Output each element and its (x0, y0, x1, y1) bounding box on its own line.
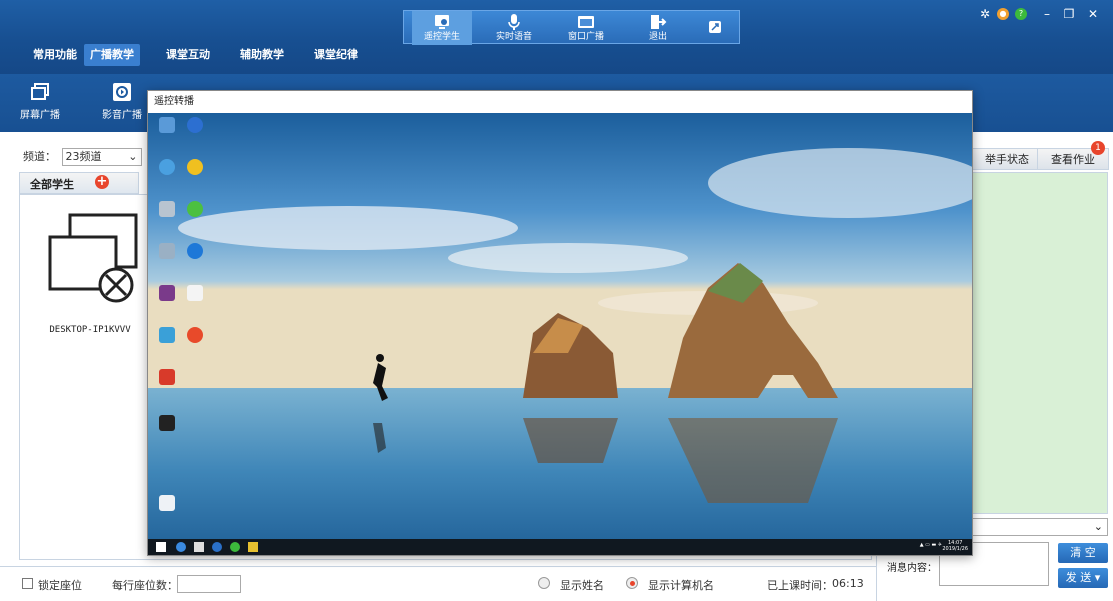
remote-desktop-view[interactable]: ▲ ▭ ▬ ✈ 14:07 2019/1/26 (148, 113, 972, 555)
desktop-icon-network[interactable] (156, 159, 178, 189)
desktop-icon-app[interactable] (156, 369, 178, 399)
menu-tab-broadcast[interactable]: 广播教学 (84, 44, 140, 66)
taskbar-clock[interactable]: 14:07 2019/1/26 (942, 540, 968, 552)
class-time-value: 06:13 (832, 577, 864, 590)
clear-button[interactable]: 清 空 (1058, 543, 1108, 563)
channel-label: 频道： (23, 150, 56, 163)
ie-icon[interactable] (212, 542, 222, 552)
live-voice-button[interactable]: 实时语音 (484, 11, 544, 45)
window-broadcast-button[interactable]: 窗口广播 (556, 11, 616, 45)
desktop-icon-qq[interactable] (184, 159, 206, 189)
channel-value: 23频道 (65, 150, 102, 163)
window-broadcast-label: 窗口广播 (567, 32, 604, 42)
screen-broadcast-label: 屏幕广播 (20, 110, 60, 121)
message-label: 消息内容： (887, 563, 937, 574)
menu-tab-assist[interactable]: 辅助教学 (234, 44, 290, 66)
desktop-icon-classroom[interactable] (156, 415, 178, 445)
exit-icon (651, 15, 667, 29)
add-group-button[interactable]: + (95, 175, 109, 189)
menu-tab-discipline[interactable]: 课堂纪律 (308, 44, 364, 66)
exit-label: 退出 (648, 32, 667, 42)
channel-select[interactable]: 23频道 ⌄ (61, 148, 142, 166)
microphone-icon (508, 14, 520, 30)
screen-broadcast-icon (31, 83, 49, 100)
remote-window-title: 遥控转播 (148, 91, 972, 113)
remote-control-toolbar: 遥控学生 实时语音 窗口广播 退出 (403, 10, 740, 45)
menu-tab-common[interactable]: 常用功能 (27, 44, 83, 66)
window-broadcast-icon (578, 16, 594, 28)
student-card[interactable]: DESKTOP-IP1KVVV (40, 207, 140, 357)
seats-per-row-input[interactable] (177, 575, 241, 593)
close-icon[interactable]: ✕ (1085, 6, 1101, 22)
desktop-icon-tools[interactable] (184, 327, 206, 357)
pin-icon[interactable] (709, 21, 721, 33)
offline-computer-icon (48, 213, 138, 303)
top-bar: 常用功能 广播教学 课堂互动 辅助教学 课堂纪律 遥控学生 实时语音 窗口广播 (0, 0, 1113, 74)
desktop-icon-recycle-bin[interactable] (156, 201, 178, 231)
screen-broadcast-button[interactable]: 屏幕广播 (10, 80, 70, 128)
desktop-icon-control-panel[interactable] (156, 243, 178, 273)
homework-label: 查看作业 (1051, 153, 1095, 166)
remote-student-button[interactable]: 遥控学生 (412, 11, 472, 45)
remote-control-icon (435, 15, 449, 29)
explorer-icon[interactable] (248, 542, 258, 552)
show-computer-name-radio[interactable] (626, 577, 638, 589)
student-computer-name: DESKTOP-IP1KVVV (49, 325, 131, 335)
desktop-icon-pc[interactable] (156, 117, 178, 147)
edge-icon[interactable] (176, 542, 186, 552)
desktop-icon-kugou[interactable] (184, 243, 206, 273)
homework-count-badge: 1 (1091, 141, 1105, 155)
help-icon[interactable]: ? (1015, 8, 1027, 20)
media-broadcast-icon (113, 83, 131, 101)
store-icon[interactable] (194, 542, 204, 552)
menu-tab-interaction[interactable]: 课堂互动 (160, 44, 216, 66)
theme-icon[interactable]: ● (997, 8, 1009, 20)
taskbar-date: 2019/1/26 (942, 546, 968, 552)
media-broadcast-button[interactable]: 影音广播 (92, 80, 152, 128)
send-button[interactable]: 发 送 ▾ (1058, 568, 1108, 588)
settings-icon[interactable]: ✲ (977, 6, 993, 22)
lock-seat-checkbox[interactable] (22, 578, 33, 589)
minimize-icon[interactable]: – (1039, 6, 1055, 22)
desktop-icon-file[interactable] (156, 495, 178, 525)
bottom-bar: 锁定座位 每行座位数： 显示姓名 显示计算机名 已上课时间： 06:13 (0, 566, 876, 601)
restore-icon[interactable]: ❐ (1061, 6, 1077, 22)
chevron-down-icon: ⌄ (1093, 520, 1103, 533)
tab-all-students[interactable]: 全部学生 (19, 172, 139, 194)
exit-button[interactable]: 退出 (628, 11, 688, 45)
desktop-icon-monitor[interactable] (156, 327, 178, 357)
class-time-label: 已上课时间： (767, 579, 833, 592)
raise-hand-label: 举手状态 (985, 153, 1029, 166)
show-computer-name-label: 显示计算机名 (648, 579, 714, 592)
desktop-icon-browser[interactable] (184, 201, 206, 231)
all-students-label: 全部学生 (30, 178, 74, 191)
remote-taskbar: ▲ ▭ ▬ ✈ 14:07 2019/1/26 (148, 539, 972, 555)
desktop-icon-winrar[interactable] (156, 285, 178, 315)
desktop-icon-teamviewer[interactable] (184, 117, 206, 147)
desktop-wallpaper (148, 113, 972, 555)
channel-row: 频道： 23频道 ⌄ (23, 148, 142, 166)
show-name-label: 显示姓名 (560, 579, 604, 592)
live-voice-label: 实时语音 (495, 32, 532, 42)
remote-control-window[interactable]: 遥控转播 ▲ ▭ ▬ ✈ 14:07 2019/1/26 (147, 90, 973, 556)
seats-per-row-label: 每行座位数： (112, 579, 178, 592)
window-controls: ✲ ● ? – ❐ ✕ (973, 6, 1113, 26)
show-name-radio[interactable] (538, 577, 550, 589)
desktop-icon-document[interactable] (184, 285, 206, 315)
chrome-icon[interactable] (230, 542, 240, 552)
start-icon[interactable] (156, 542, 166, 552)
system-tray[interactable]: ▲ ▭ ▬ ✈ (920, 542, 942, 548)
tab-raise-hand[interactable]: 举手状态 (972, 148, 1042, 170)
chevron-down-icon: ⌄ (128, 150, 138, 163)
remote-student-label: 遥控学生 (423, 32, 460, 42)
lock-seat-label: 锁定座位 (38, 579, 82, 592)
media-broadcast-label: 影音广播 (102, 110, 142, 121)
